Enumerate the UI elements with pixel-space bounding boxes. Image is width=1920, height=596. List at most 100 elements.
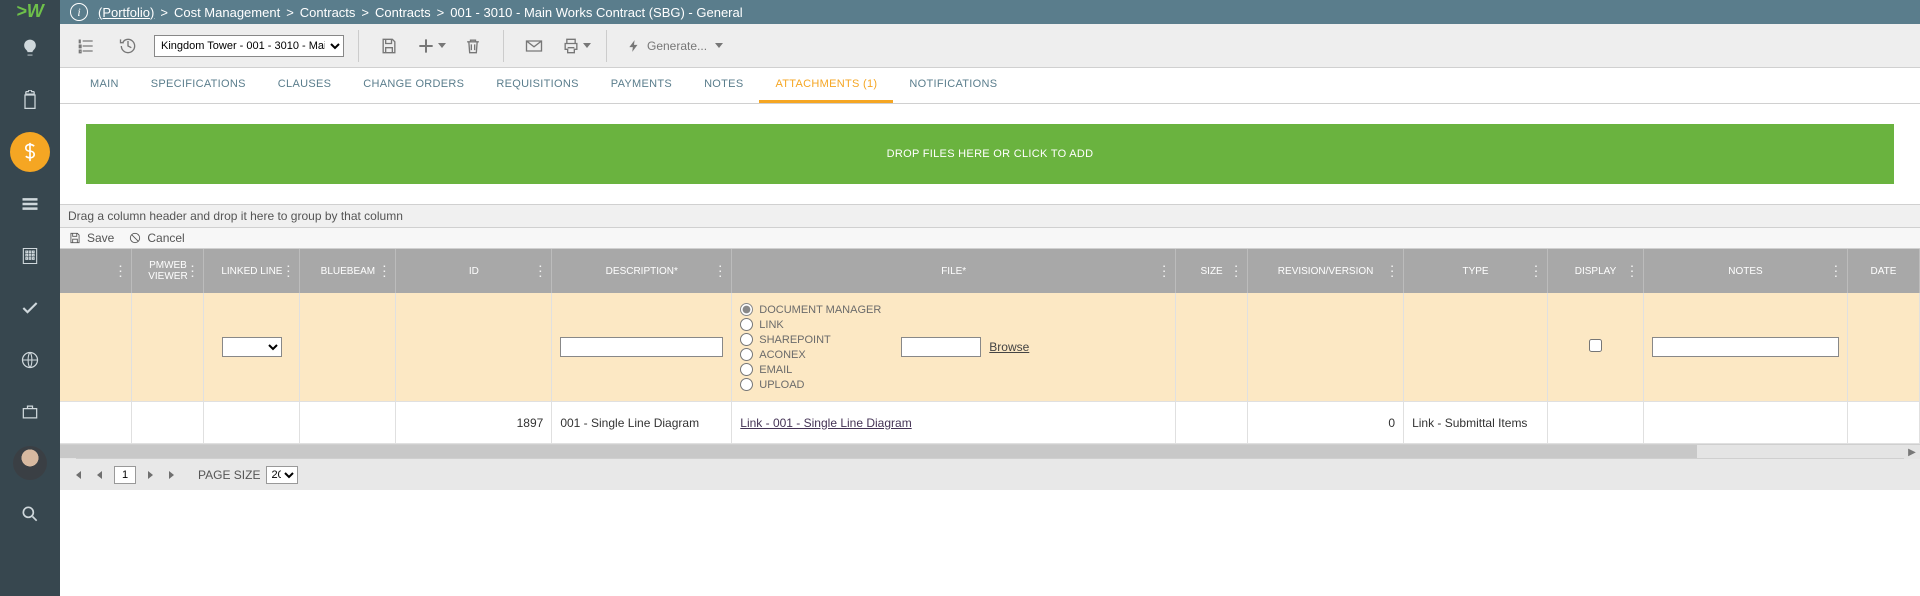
radio-email[interactable]: EMAIL [740,363,881,376]
col-revision[interactable]: REVISION/VERSION⋮ [1248,249,1404,293]
column-menu-icon[interactable]: ⋮ [185,263,199,280]
col-type[interactable]: TYPE⋮ [1404,249,1548,293]
lightbulb-icon [20,38,40,58]
email-button[interactable] [518,30,550,62]
sidebar-item-clipboard[interactable] [10,80,50,120]
column-menu-icon[interactable]: ⋮ [1829,263,1843,280]
column-menu-icon[interactable]: ⋮ [1229,263,1243,280]
tab-clauses[interactable]: CLAUSES [262,68,347,103]
sidebar-item-search[interactable] [10,494,50,534]
list-numbered-button[interactable] [70,30,102,62]
chevron-down-icon [715,43,723,48]
group-by-hint[interactable]: Drag a column header and drop it here to… [60,204,1920,228]
generate-button[interactable]: Generate... [621,35,729,57]
radio-upload[interactable]: UPLOAD [740,378,881,391]
col-file[interactable]: FILE*⋮ [732,249,1176,293]
browse-link[interactable]: Browse [989,340,1029,354]
dollar-icon [20,142,40,162]
scroll-right-arrow[interactable]: ▶ [1904,445,1920,459]
history-button[interactable] [112,30,144,62]
print-button[interactable] [560,30,592,62]
prev-icon [95,470,105,480]
main-toolbar: Kingdom Tower - 001 - 3010 - Main W Gene… [60,24,1920,68]
trash-icon [463,36,483,56]
breadcrumb-part[interactable]: Cost Management [174,5,280,20]
radio-aconex[interactable]: ACONEX [740,348,881,361]
page-size-select[interactable]: 20 [266,466,298,484]
delete-button[interactable] [457,30,489,62]
col-row-actions[interactable]: ⋮ [60,249,132,293]
column-menu-icon[interactable]: ⋮ [113,263,127,280]
grid-save-button[interactable]: Save [68,231,114,245]
col-display[interactable]: DISPLAY⋮ [1548,249,1644,293]
table-row[interactable]: 1897 001 - Single Line Diagram Link - 00… [60,402,1920,444]
sidebar-item-check[interactable] [10,288,50,328]
cell-revision: 0 [1248,402,1404,444]
tab-notifications[interactable]: NOTIFICATIONS [893,68,1013,103]
breadcrumb-part[interactable]: Contracts [300,5,356,20]
search-icon [20,504,40,524]
breadcrumb: i (Portfolio) > Cost Management > Contra… [60,0,1920,24]
sidebar-item-rows[interactable] [10,184,50,224]
save-button[interactable] [373,30,405,62]
sidebar-item-briefcase[interactable] [10,392,50,432]
tab-requisitions[interactable]: REQUISITIONS [480,68,594,103]
attachments-grid: ⋮ PMWEB VIEWER⋮ LINKED LINE⋮ BLUEBEAM⋮ I… [60,249,1920,444]
page-size-label: PAGE SIZE [198,468,260,482]
info-icon[interactable]: i [70,3,88,21]
sidebar-item-ideas[interactable] [10,28,50,68]
mail-icon [524,36,544,56]
column-menu-icon[interactable]: ⋮ [281,263,295,280]
column-menu-icon[interactable]: ⋮ [377,263,391,280]
col-notes[interactable]: NOTES⋮ [1643,249,1847,293]
scroll-thumb[interactable] [60,445,1697,458]
pager-next-button[interactable] [142,467,158,483]
tab-payments[interactable]: PAYMENTS [595,68,688,103]
sidebar-item-globe[interactable] [10,340,50,380]
col-date[interactable]: DATE [1847,249,1919,293]
column-menu-icon[interactable]: ⋮ [1529,263,1543,280]
col-bluebeam[interactable]: BLUEBEAM⋮ [300,249,396,293]
pager-prev-button[interactable] [92,467,108,483]
file-dropzone[interactable]: DROP FILES HERE OR CLICK TO ADD [86,124,1894,184]
col-linked-line[interactable]: LINKED LINE⋮ [204,249,300,293]
check-icon [20,298,40,318]
col-size[interactable]: SIZE⋮ [1176,249,1248,293]
file-path-input[interactable] [901,337,981,357]
breadcrumb-part[interactable]: Contracts [375,5,431,20]
breadcrumb-portfolio[interactable]: (Portfolio) [98,5,154,20]
tab-notes[interactable]: NOTES [688,68,759,103]
column-menu-icon[interactable]: ⋮ [533,263,547,280]
cell-file-link[interactable]: Link - 001 - Single Line Diagram [740,416,911,430]
sidebar-item-building[interactable] [10,236,50,276]
next-icon [145,470,155,480]
horizontal-scrollbar[interactable]: ◀ ▶ [60,444,1920,458]
tab-change-orders[interactable]: CHANGE ORDERS [347,68,480,103]
col-description[interactable]: DESCRIPTION*⋮ [552,249,732,293]
description-input[interactable] [560,337,723,357]
pager-last-button[interactable] [164,467,180,483]
tab-attachments[interactable]: ATTACHMENTS (1) [759,68,893,103]
col-id[interactable]: ID⋮ [396,249,552,293]
radio-link[interactable]: LINK [740,318,881,331]
column-menu-icon[interactable]: ⋮ [1385,263,1399,280]
pager-page-input[interactable] [114,466,136,484]
sidebar-item-cost[interactable] [10,132,50,172]
display-checkbox[interactable] [1589,339,1602,352]
column-menu-icon[interactable]: ⋮ [1157,263,1171,280]
grid-cancel-button[interactable]: Cancel [128,231,184,245]
tab-specifications[interactable]: SPECIFICATIONS [135,68,262,103]
add-button[interactable] [415,30,447,62]
column-menu-icon[interactable]: ⋮ [713,263,727,280]
column-menu-icon[interactable]: ⋮ [1625,263,1639,280]
project-select[interactable]: Kingdom Tower - 001 - 3010 - Main W [154,35,344,57]
linked-line-select[interactable] [222,337,282,357]
user-avatar[interactable] [13,446,47,480]
pager-first-button[interactable] [70,467,86,483]
radio-sharepoint[interactable]: SHAREPOINT [740,333,881,346]
radio-document-manager[interactable]: DOCUMENT MANAGER [740,303,881,316]
save-icon [68,231,82,245]
tab-main[interactable]: MAIN [74,68,135,103]
col-pmweb-viewer[interactable]: PMWEB VIEWER⋮ [132,249,204,293]
notes-input[interactable] [1652,337,1839,357]
